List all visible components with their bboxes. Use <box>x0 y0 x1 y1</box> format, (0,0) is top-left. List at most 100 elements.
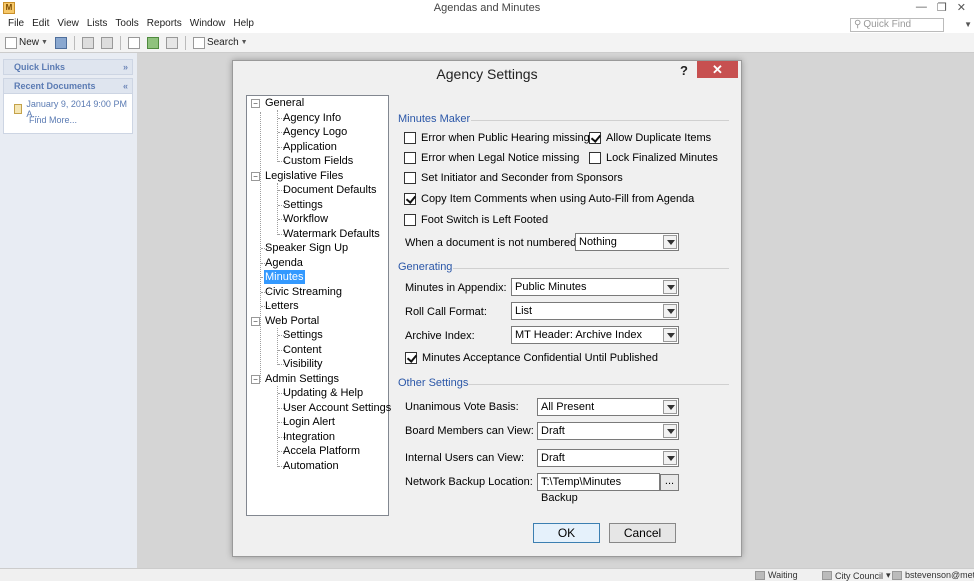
checkbox-box[interactable] <box>404 193 416 205</box>
chevron-down-icon[interactable] <box>663 451 677 465</box>
foot-switch-checkbox[interactable]: Foot Switch is Left Footed <box>404 214 548 226</box>
tree-item-application[interactable]: Application <box>283 140 337 154</box>
chevron-down-icon[interactable] <box>663 400 677 414</box>
tree-item-watermark-defaults[interactable]: Watermark Defaults <box>283 227 380 241</box>
grid-button[interactable] <box>164 35 180 51</box>
print-button[interactable] <box>80 35 96 51</box>
tree-item-integration[interactable]: Integration <box>283 430 335 444</box>
lock-finalized-checkbox[interactable]: Lock Finalized Minutes <box>589 152 718 164</box>
edit-button[interactable] <box>126 35 142 51</box>
minimize-icon[interactable]: — <box>916 1 927 14</box>
tree-item-updating-help[interactable]: Updating & Help <box>283 386 363 400</box>
network-backup-input[interactable]: T:\Temp\Minutes Backup <box>537 473 660 504</box>
checkbox-box[interactable] <box>404 152 416 164</box>
menu-help[interactable]: Help <box>229 17 258 33</box>
search-button[interactable]: Search ▼ <box>191 35 250 51</box>
archive-index-select[interactable]: MT Header: Archive Index <box>511 326 679 344</box>
minutes-in-appendix-select[interactable]: Public Minutes <box>511 278 679 296</box>
tree-item-web-portal-settings[interactable]: Settings <box>283 328 323 342</box>
menu-edit[interactable]: Edit <box>28 17 53 33</box>
quick-find-dropdown-icon[interactable]: ▼ <box>964 20 972 29</box>
tree-item-custom-fields[interactable]: Custom Fields <box>283 154 353 168</box>
tree-item-user-account-settings[interactable]: User Account Settings <box>283 401 391 415</box>
save-button[interactable] <box>53 35 69 51</box>
chevron-down-icon[interactable] <box>663 235 677 249</box>
roll-call-format-value: List <box>515 305 533 317</box>
tree-item-civic-streaming[interactable]: Civic Streaming <box>265 285 342 299</box>
internal-users-view-select[interactable]: Draft <box>537 449 679 467</box>
ok-button[interactable]: OK <box>533 523 600 543</box>
chevron-down-icon[interactable] <box>663 424 677 438</box>
menu-reports[interactable]: Reports <box>143 17 186 33</box>
tree-item-speaker-sign-up[interactable]: Speaker Sign Up <box>265 241 348 255</box>
tree-item-minutes[interactable]: Minutes <box>264 270 305 284</box>
error-public-hearing-checkbox[interactable]: Error when Public Hearing missing <box>404 132 590 144</box>
set-initiator-checkbox[interactable]: Set Initiator and Seconder from Sponsors <box>404 172 623 184</box>
find-more-link[interactable]: Find More... <box>29 115 77 125</box>
tree-collapse-icon[interactable]: − <box>251 172 260 181</box>
tree-item-legislative-settings[interactable]: Settings <box>283 198 323 212</box>
print-preview-button[interactable] <box>99 35 115 51</box>
checkbox-box[interactable] <box>404 214 416 226</box>
tree-item-legislative-files[interactable]: Legislative Files <box>265 169 343 183</box>
chevron-down-icon[interactable] <box>663 304 677 318</box>
tree-collapse-icon[interactable]: − <box>251 375 260 384</box>
tree-item-workflow[interactable]: Workflow <box>283 212 328 226</box>
checkbox-box[interactable] <box>404 172 416 184</box>
refresh-button[interactable] <box>145 35 161 51</box>
error-legal-notice-checkbox[interactable]: Error when Legal Notice missing <box>404 152 579 164</box>
tree-item-letters[interactable]: Letters <box>265 299 299 313</box>
allow-duplicate-label: Allow Duplicate Items <box>606 132 712 144</box>
tree-item-document-defaults[interactable]: Document Defaults <box>283 183 377 197</box>
allow-duplicate-checkbox[interactable]: Allow Duplicate Items <box>589 132 711 144</box>
tree-item-accela-platform[interactable]: Accela Platform <box>283 444 360 458</box>
restore-icon[interactable]: ❐ <box>937 1 947 14</box>
quick-find-input[interactable]: ⚲ Quick Find <box>850 18 944 32</box>
tree-item-general[interactable]: General <box>265 96 304 110</box>
status-board[interactable]: City Council ▾ <box>822 570 891 581</box>
tree-item-automation[interactable]: Automation <box>283 459 339 473</box>
checkbox-box[interactable] <box>589 132 601 144</box>
tree-item-login-alert[interactable]: Login Alert <box>283 415 335 429</box>
checkbox-box[interactable] <box>589 152 601 164</box>
not-numbered-select[interactable]: Nothing <box>575 233 679 251</box>
collapse-down-icon[interactable]: » <box>123 60 128 74</box>
tree-item-agency-info[interactable]: Agency Info <box>283 111 341 125</box>
checkbox-box[interactable] <box>404 132 416 144</box>
unanimous-vote-select[interactable]: All Present <box>537 398 679 416</box>
collapse-up-icon[interactable]: « <box>123 79 128 93</box>
tree-collapse-icon[interactable]: − <box>251 99 260 108</box>
chevron-down-icon[interactable] <box>663 328 677 342</box>
tree-item-content[interactable]: Content <box>283 343 322 357</box>
quick-links-header[interactable]: Quick Links » <box>3 59 133 75</box>
tree-item-agency-logo[interactable]: Agency Logo <box>283 125 347 139</box>
confidential-checkbox[interactable]: Minutes Acceptance Confidential Until Pu… <box>405 352 658 364</box>
board-members-view-select[interactable]: Draft <box>537 422 679 440</box>
roll-call-format-select[interactable]: List <box>511 302 679 320</box>
close-window-icon[interactable]: ✕ <box>957 1 966 14</box>
main-toolbar: New ▼ Search ▼ <box>0 33 974 53</box>
menu-window[interactable]: Window <box>186 17 230 33</box>
status-icon <box>755 570 765 580</box>
cancel-button[interactable]: Cancel <box>609 523 676 543</box>
print-icon <box>81 36 94 49</box>
chevron-down-icon[interactable] <box>663 280 677 294</box>
tree-item-agenda[interactable]: Agenda <box>265 256 303 270</box>
checkbox-box[interactable] <box>405 352 417 364</box>
error-public-hearing-label: Error when Public Hearing missing <box>421 132 590 144</box>
settings-tree[interactable]: − General Agency Info Agency Logo Applic… <box>246 95 391 516</box>
new-button[interactable]: New ▼ <box>3 35 50 51</box>
tree-collapse-icon[interactable]: − <box>251 317 260 326</box>
menu-lists[interactable]: Lists <box>83 17 112 33</box>
close-dialog-button[interactable]: ✕ <box>697 61 738 78</box>
menu-view[interactable]: View <box>53 17 83 33</box>
menu-tools[interactable]: Tools <box>111 17 142 33</box>
menu-file[interactable]: File <box>4 17 28 33</box>
help-icon[interactable]: ? <box>680 63 688 78</box>
copy-item-comments-checkbox[interactable]: Copy Item Comments when using Auto-Fill … <box>404 193 694 205</box>
browse-button[interactable]: ... <box>660 474 679 491</box>
recent-documents-header[interactable]: Recent Documents « <box>3 78 133 94</box>
tree-item-visibility[interactable]: Visibility <box>283 357 323 371</box>
tree-item-admin-settings[interactable]: Admin Settings <box>265 372 339 386</box>
tree-item-web-portal[interactable]: Web Portal <box>265 314 319 328</box>
